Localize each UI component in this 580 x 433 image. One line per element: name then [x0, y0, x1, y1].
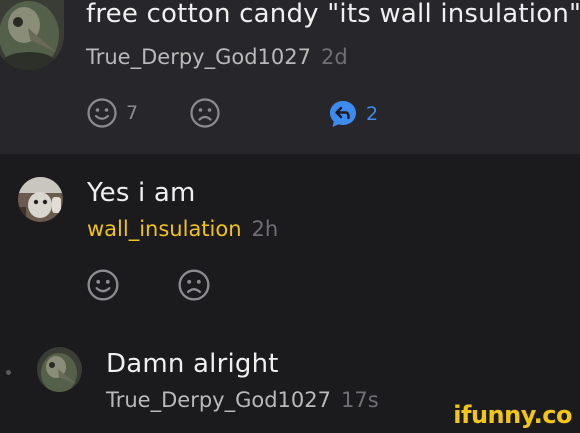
ifunny-watermark: ifunny.co [453, 401, 572, 429]
replies-button[interactable]: 2 [328, 99, 378, 129]
comment-text: Yes i am [87, 178, 196, 208]
reply-icon [330, 101, 356, 127]
meme-avatar-icon [18, 177, 63, 222]
comment-meta: True_Derpy_God1027 17s [106, 388, 379, 412]
thread-indicator [6, 370, 11, 375]
timestamp: 2d [320, 45, 348, 69]
like-button[interactable] [86, 268, 120, 302]
timestamp: 17s [340, 388, 379, 412]
comment-meta: wall_insulation 2h [87, 217, 278, 241]
username[interactable]: wall_insulation [87, 217, 242, 241]
avatar[interactable] [18, 177, 63, 222]
username[interactable]: True_Derpy_God1027 [86, 45, 311, 69]
comment-text: Damn alright [106, 349, 279, 379]
smile-icon [87, 269, 119, 301]
username[interactable]: True_Derpy_God1027 [106, 388, 331, 412]
avatar[interactable] [37, 347, 82, 392]
plague-doctor-avatar-icon [37, 347, 82, 392]
like-count: 7 [126, 102, 139, 124]
dislike-button[interactable] [189, 97, 221, 129]
timestamp: 2h [251, 217, 279, 241]
frown-icon [178, 269, 210, 301]
reply-count: 2 [366, 103, 379, 125]
dislike-button[interactable] [177, 268, 211, 302]
frown-icon [190, 98, 220, 128]
like-button[interactable]: 7 [86, 97, 138, 129]
comment-meta: True_Derpy_God1027 2d [86, 45, 348, 69]
smile-icon [87, 98, 117, 128]
comment-text: free cotton candy "its wall insulation" [86, 0, 580, 29]
